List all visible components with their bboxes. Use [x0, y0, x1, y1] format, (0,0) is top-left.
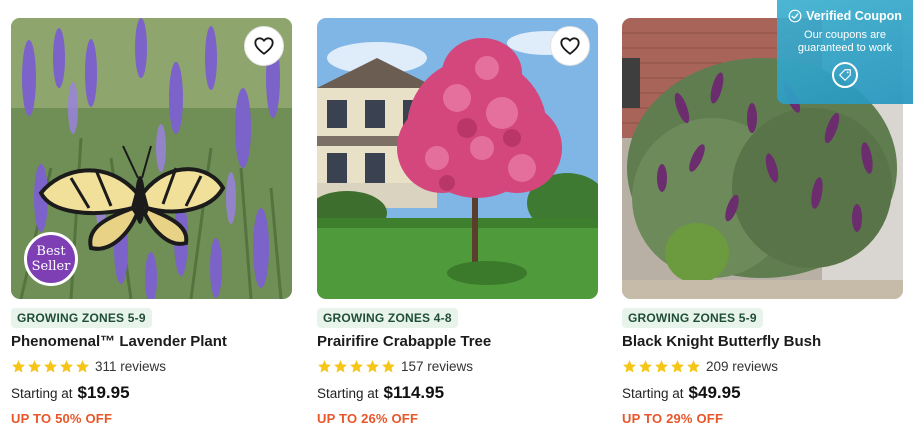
coupon-line: guaranteed to work — [797, 42, 893, 54]
star-icon — [27, 359, 42, 374]
badge-line: Seller — [31, 259, 71, 274]
discount-label: UP TO 29% OFF — [622, 411, 724, 426]
product-image-lavender[interactable]: Best Seller — [11, 18, 292, 299]
heart-outline-icon — [559, 35, 581, 57]
price-prefix: Starting at — [11, 386, 73, 401]
favorite-button[interactable] — [244, 26, 284, 66]
price-row: Starting at $49.95 — [622, 383, 741, 403]
coupon-title: Verified Coupon — [806, 9, 902, 23]
star-rating — [622, 359, 701, 374]
discount-label: UP TO 26% OFF — [317, 411, 419, 426]
review-count: 209 reviews — [706, 359, 779, 374]
coupon-line: Our coupons are — [804, 29, 886, 41]
price-prefix: Starting at — [622, 386, 684, 401]
star-icon — [75, 359, 90, 374]
coupon-subtitle: Our coupons are guaranteed to work — [777, 29, 913, 55]
star-icon — [43, 359, 58, 374]
product-name[interactable]: Phenomenal™ Lavender Plant — [11, 333, 227, 350]
star-icon — [686, 359, 701, 374]
product-name[interactable]: Prairifire Crabapple Tree — [317, 333, 491, 350]
star-icon — [670, 359, 685, 374]
price-prefix: Starting at — [317, 386, 379, 401]
price-row: Starting at $114.95 — [317, 383, 444, 403]
growing-zone-badge: GROWING ZONES 5-9 — [11, 308, 152, 328]
price: $19.95 — [77, 383, 130, 402]
star-rating — [11, 359, 90, 374]
price: $49.95 — [688, 383, 741, 402]
price: $114.95 — [383, 383, 445, 402]
coupon-header: Verified Coupon — [777, 9, 913, 23]
product-card[interactable]: GROWING ZONES 4-8 Prairifire Crabapple T… — [317, 18, 598, 426]
best-seller-badge: Best Seller — [24, 232, 78, 286]
star-icon — [59, 359, 74, 374]
coupon-button[interactable] — [832, 62, 858, 88]
discount-label: UP TO 50% OFF — [11, 411, 113, 426]
star-icon — [622, 359, 637, 374]
star-icon — [654, 359, 669, 374]
star-icon — [349, 359, 364, 374]
heart-outline-icon — [253, 35, 275, 57]
growing-zone-badge: GROWING ZONES 5-9 — [622, 308, 763, 328]
product-image-crabapple[interactable] — [317, 18, 598, 299]
star-icon — [638, 359, 653, 374]
rating[interactable]: 311 reviews — [11, 359, 166, 374]
review-count: 311 reviews — [95, 359, 167, 374]
verified-coupon-widget[interactable]: Verified Coupon Our coupons are guarante… — [777, 0, 913, 104]
rating[interactable]: 157 reviews — [317, 359, 473, 374]
favorite-button[interactable] — [550, 26, 590, 66]
product-card[interactable]: Best Seller GROWING ZONES 5-9 Phenomenal… — [11, 18, 292, 426]
rating[interactable]: 209 reviews — [622, 359, 778, 374]
badge-line: Best — [36, 244, 66, 259]
product-name[interactable]: Black Knight Butterfly Bush — [622, 333, 821, 350]
review-count: 157 reviews — [401, 359, 474, 374]
check-circle-icon — [788, 9, 802, 23]
growing-zone-badge: GROWING ZONES 4-8 — [317, 308, 458, 328]
star-icon — [317, 359, 332, 374]
star-rating — [317, 359, 396, 374]
star-icon — [365, 359, 380, 374]
price-row: Starting at $19.95 — [11, 383, 130, 403]
star-icon — [381, 359, 396, 374]
star-icon — [11, 359, 26, 374]
tag-icon — [839, 69, 851, 81]
star-icon — [333, 359, 348, 374]
